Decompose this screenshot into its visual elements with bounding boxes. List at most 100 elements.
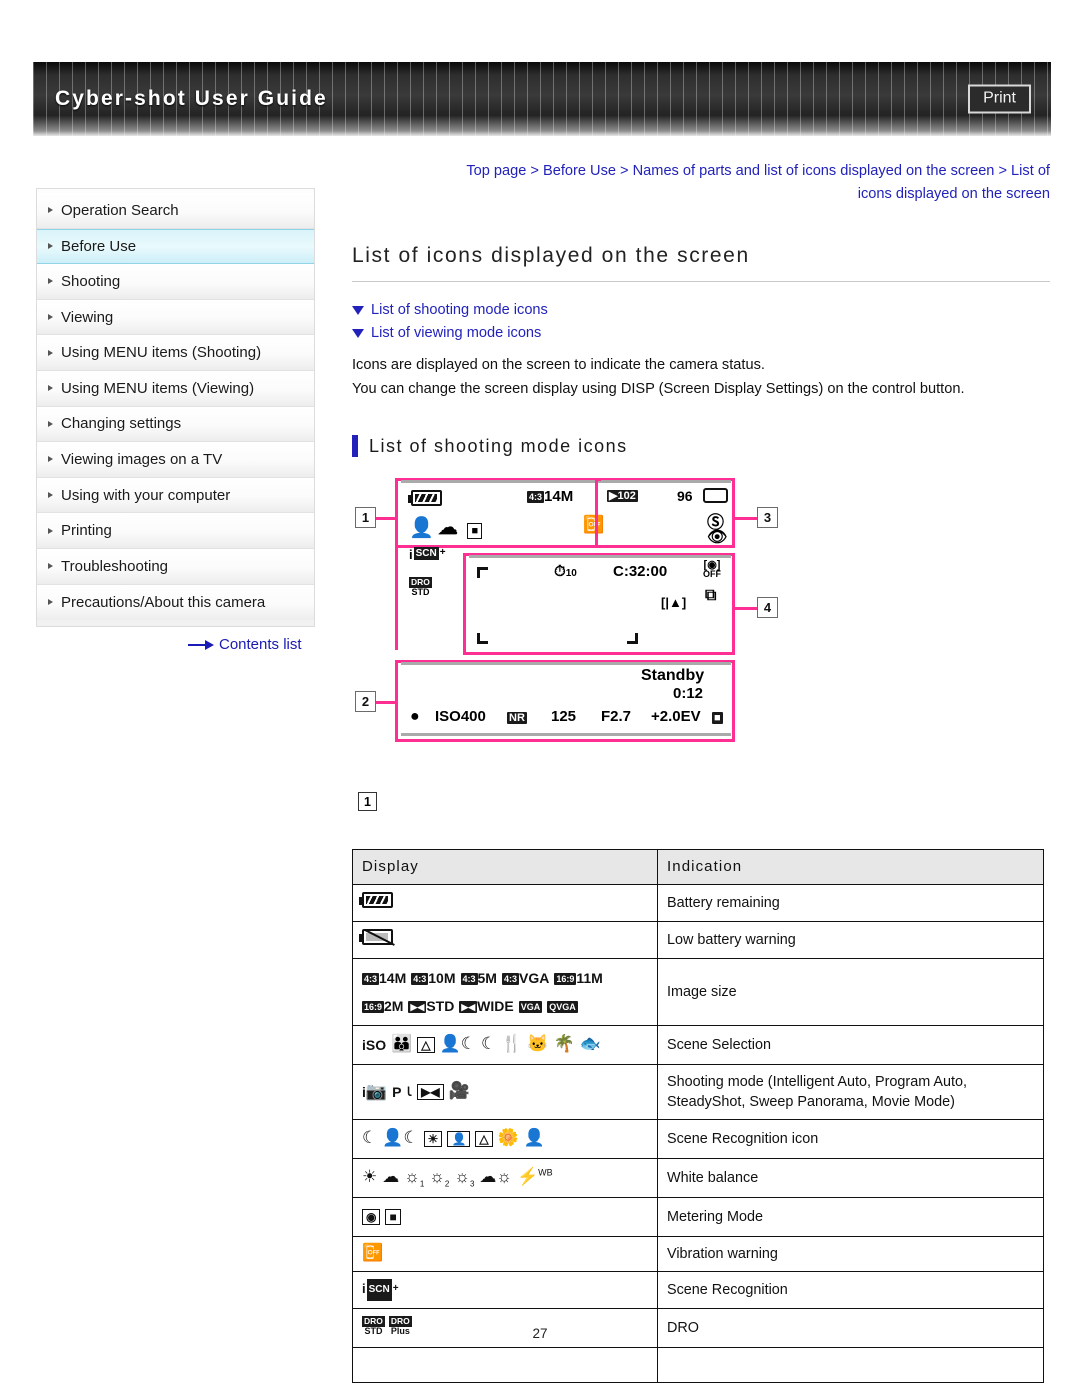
program-auto-icon: P [392,1083,402,1100]
breadcrumb[interactable]: Top page > Before Use > Names of parts a… [352,160,1050,206]
display-cell: ☀ ☁ ☼1 ☼2 ☼3 ☁☼ ⚡WB [352,1158,658,1198]
sidebar-item-changing-settings[interactable]: Changing settings [37,406,314,443]
jump-link-label: List of viewing mode icons [371,325,542,341]
sidebar-item-using-menu-items-shooting[interactable]: Using MENU items (Shooting) [37,335,314,371]
display-cell: i📷 P ⍳ ▶◀ 🎥 [352,1064,658,1120]
table-row: i SCN + Scene Recognition [352,1271,1044,1309]
indication-cell: Image size [657,958,1044,1026]
sidebar-item-before-use[interactable]: Before Use [37,228,314,265]
page-number: 27 [532,1326,548,1341]
table-row [352,1347,1044,1383]
iso-value: ISO400 [435,708,486,725]
indication-cell: Scene Selection [657,1025,1044,1065]
sidebar-item-troubleshooting[interactable]: Troubleshooting [37,548,314,585]
image-size-option: ▶◀ WIDE [459,997,514,1014]
jump-link-1[interactable]: List of shooting mode icons [352,299,1050,322]
bullet-icon [48,492,53,499]
triangle-down-icon [352,329,364,338]
camera-screen-diagram: 1 4:3 14M 👤☁ ■ 📴 i SCN + DRO STD ▶102 96… [355,475,785,770]
image-size-option: 4:3 VGA [501,969,550,986]
table-row: 4:3 14M 4:3 10M 4:3 5M 4:3 VGA 16:9 11M 16:9 2M… [352,958,1044,1026]
table-header-row: Display Indication [352,849,1044,885]
image-size-option: VGA [518,1000,543,1013]
af-frame-corner-bl [477,633,488,644]
recording-time-indicator: C:32:00 [613,563,668,580]
table-row: ☀ ☁ ☼1 ☼2 ☼3 ☁☼ ⚡WB White balance [352,1158,1044,1198]
underwater-icon: 🐟 [579,1034,601,1053]
sidebar-item-label: Operation Search [61,201,179,219]
indication-cell: Battery remaining [657,884,1044,922]
indication-cell: Shooting mode (Intelligent Auto, Program… [657,1064,1044,1120]
sidebar-item-using-with-your-computer[interactable]: Using with your computer [37,477,314,514]
section-marker-1: 1 [358,792,377,811]
contents-list-link[interactable]: Contents list [188,636,302,653]
sidebar-item-shooting[interactable]: Shooting [37,264,314,300]
app-header-banner: Cyber-shot User Guide Print [33,62,1051,136]
sidebar-item-label: Printing [61,522,112,540]
bullet-icon [48,599,53,606]
pet-icon: 🐱 [527,1034,549,1053]
callout-4-leader [735,607,757,610]
scene-recognition-glyph-group: 👤☁ ■ [409,515,483,540]
column-header-indication: Indication [657,849,1044,885]
self-timer-icon: ⏱10 [554,563,577,580]
sidebar-item-viewing[interactable]: Viewing [37,299,314,336]
indication-cell: Low battery warning [657,921,1044,959]
section-accent-bar [352,435,358,457]
page-title: List of icons displayed on the screen [352,244,1050,282]
fluorescent-3-icon: ☼3 [454,1166,475,1189]
backlight-icon: ☀ [423,1129,443,1149]
sweep-panorama-icon: ▶◀ [417,1082,444,1102]
af-frame-corner-tl [477,567,488,578]
jump-link-label: List of shooting mode icons [371,302,548,318]
table-row: ◉ ■ Metering Mode [352,1197,1044,1237]
glyph-row: ☾ 👤☾ ☀ 👤 △ 🌼 👤 [362,1127,648,1151]
twilight-portrait-icon: 👤☾ [439,1034,476,1053]
battery-remaining-icon [359,892,393,908]
sidebar-item-using-menu-items-viewing[interactable]: Using MENU items (Viewing) [37,370,314,407]
noise-reduction-icon: NR [507,711,527,724]
jump-link-2[interactable]: List of viewing mode icons [352,322,1050,345]
sidebar-item-viewing-images-on-a-tv[interactable]: Viewing images on a TV [37,442,314,478]
print-button[interactable]: Print [968,84,1031,114]
icon-legend-table: Display Indication Battery remaining Low … [352,849,1044,1383]
indication-cell: Metering Mode [657,1197,1044,1237]
sidebar-item-label: Using with your computer [61,486,231,504]
soft-skin-icon: 👪 [391,1034,413,1053]
twilight-icon: ☾ [480,1034,497,1053]
bullet-icon [48,385,53,392]
image-size-row-2: 16:9 2M ▶◀ STD ▶◀ WIDE VGA QVGA [362,994,648,1018]
triangle-down-icon [352,306,364,315]
arrow-right-icon [188,639,214,650]
callout-1-leader [376,517,396,520]
lcd-top-shadow-4 [469,555,731,558]
metering-mode-icon: ■ [712,711,723,724]
standby-status-label: Standby [641,667,705,684]
image-size-row-1: 4:3 14M 4:3 10M 4:3 5M 4:3 VGA 16:9 11M [362,966,648,990]
glyph-row: iSO 👪 △ 👤☾ ☾ 🍴 🐱 🌴 🐟 [362,1033,648,1057]
macro-icon: 🌼 [497,1128,519,1147]
low-battery-warning-icon [359,929,393,945]
spot-metering-icon: ■ [385,1207,401,1227]
diagram-region-4 [463,553,735,655]
flash-wb-icon: ⚡WB [516,1167,553,1186]
breadcrumb-line-1: Top page > Before Use > Names of parts a… [466,163,1050,179]
display-cell [352,921,658,959]
bullet-icon [48,243,53,250]
display-cell: 4:3 14M 4:3 10M 4:3 5M 4:3 VGA 16:9 11M 16:9 2M… [352,958,658,1026]
multi-metering-icon: ◉ [362,1207,381,1227]
bullet-icon [48,314,53,321]
column-header-display: Display [352,849,658,885]
shots-remaining-indicator: 96 [677,488,693,504]
intro-line-2: You can change the screen display using … [352,380,965,397]
sidebar-item-label: Using MENU items (Shooting) [61,344,262,362]
sidebar-item-printing[interactable]: Printing [37,513,314,549]
callout-4: 4 [757,597,778,618]
sidebar-item-operation-search[interactable]: Operation Search [37,193,314,229]
intro-paragraph: Icons are displayed on the screen to ind… [352,354,1050,401]
bullet-icon [48,527,53,534]
sidebar-item-precautions-about-this-camera[interactable]: Precautions/About this camera [37,584,314,621]
incandescent-icon: ☁☼ [479,1167,512,1186]
folder-number-indicator: ▶102 [607,489,638,502]
landscape-icon: △ [475,1129,493,1149]
